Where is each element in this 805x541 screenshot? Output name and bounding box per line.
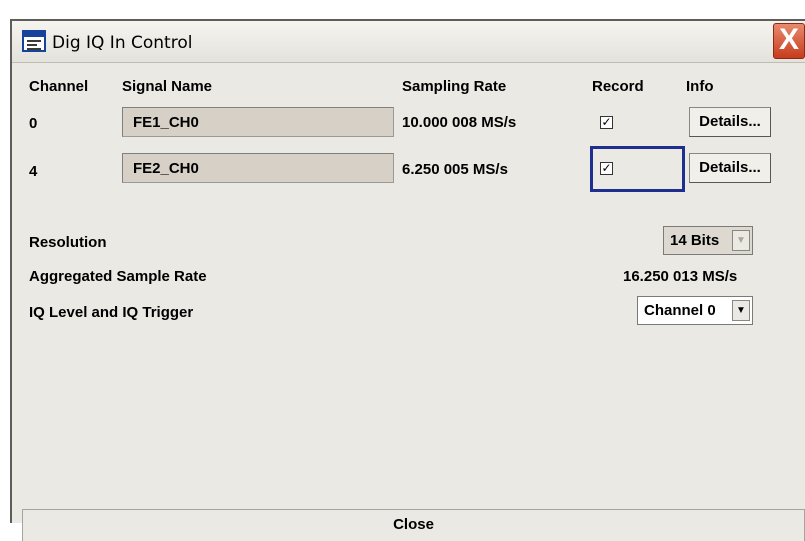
header-channel: Channel: [29, 78, 89, 95]
row-4-channel: 4: [29, 163, 38, 180]
window-app-icon: [22, 30, 46, 52]
header-sampling-rate: Sampling Rate: [402, 78, 507, 95]
resolution-select[interactable]: 14 Bits ▼: [663, 226, 753, 255]
row-0-sampling-rate: 10.000 008 MS/s: [402, 114, 517, 131]
dig-iq-in-control-window: Dig IQ In Control X Channel Signal Name …: [10, 19, 805, 541]
row-4-sampling-rate: 6.250 005 MS/s: [402, 161, 508, 178]
row-4-signal-name-field[interactable]: FE2_CH0: [122, 153, 394, 183]
resolution-value: 14 Bits: [670, 232, 720, 249]
header-signal-name: Signal Name: [122, 78, 213, 95]
window-title: Dig IQ In Control: [52, 33, 193, 53]
iq-level-trigger-label: IQ Level and IQ Trigger: [29, 304, 194, 321]
header-info: Info: [686, 78, 714, 95]
aggregated-sample-rate-label: Aggregated Sample Rate: [29, 268, 207, 285]
iq-trigger-select[interactable]: Channel 0 ▼: [637, 296, 753, 325]
title-bar[interactable]: Dig IQ In Control X: [12, 21, 805, 63]
chevron-down-icon: ▼: [732, 300, 750, 321]
row-4-details-button[interactable]: Details...: [689, 153, 771, 183]
close-button[interactable]: Close: [22, 509, 805, 541]
row-0-record-checkbox[interactable]: ✓: [600, 116, 613, 129]
row-4-record-checkbox[interactable]: ✓: [600, 162, 613, 175]
resolution-label: Resolution: [29, 234, 107, 251]
window-close-button[interactable]: X: [773, 23, 805, 59]
row-0-signal-name-field[interactable]: FE1_CH0: [122, 107, 394, 137]
row-0-details-button[interactable]: Details...: [689, 107, 771, 137]
header-record: Record: [592, 78, 644, 95]
dialog-content: Channel Signal Name Sampling Rate Record…: [12, 64, 805, 541]
chevron-down-icon: ▼: [732, 230, 750, 251]
aggregated-sample-rate-value: 16.250 013 MS/s: [623, 268, 738, 285]
iq-trigger-value: Channel 0: [644, 302, 716, 319]
row-0-channel: 0: [29, 115, 38, 132]
